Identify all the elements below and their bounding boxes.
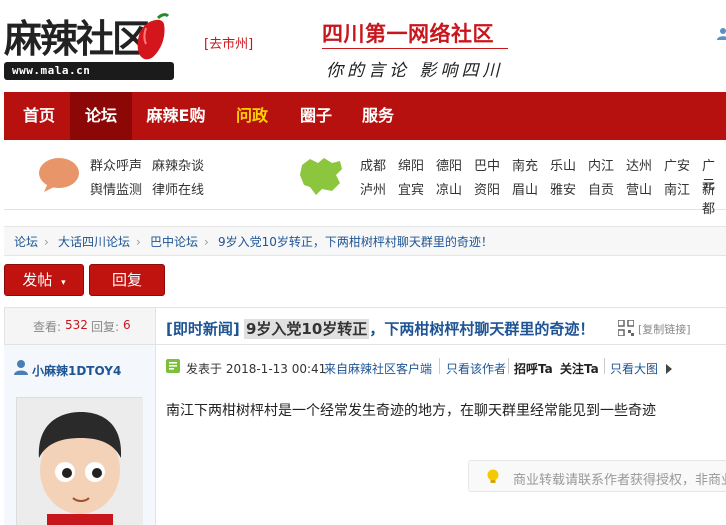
breadcrumb-separator: › <box>44 235 49 249</box>
main-nav: 首页 论坛 麻辣E购 问政 圈子 服务 <box>4 92 726 140</box>
link-opinion-monitor[interactable]: 舆情监测 <box>90 179 142 198</box>
sichuan-map-icon <box>300 158 342 195</box>
author-sidebar: 小麻辣1DTOY4 <box>4 345 156 525</box>
breadcrumb: 论坛 › 大话四川论坛 › 巴中论坛 › 9岁入党10岁转正，下两柑树枰村聊天群… <box>4 226 726 256</box>
chevron-down-icon: ▾ <box>61 278 66 288</box>
meta-divider <box>439 358 440 374</box>
city-link[interactable]: 南江 <box>664 179 690 198</box>
chili-pepper-icon <box>137 13 170 60</box>
logo-url: www.mala.cn <box>4 62 174 80</box>
breadcrumb-forum[interactable]: 论坛 <box>14 227 38 257</box>
nav-eshop[interactable]: 麻辣E购 <box>138 92 214 140</box>
city-link[interactable]: 南充 <box>512 155 538 174</box>
city-link[interactable]: 乐山 <box>550 155 576 174</box>
greet-link[interactable]: 招呼Ta <box>514 360 553 377</box>
thread-title: 9岁入党10岁转正 ，下两柑树枰村聊天群里的奇迹！ <box>244 319 595 339</box>
slogan-divider <box>322 48 508 49</box>
nav-forum[interactable]: 论坛 <box>70 92 132 140</box>
breadcrumb-separator: › <box>204 235 209 249</box>
city-switch-link[interactable]: [去市州] <box>204 33 253 52</box>
replies-label: 回复: <box>91 320 120 334</box>
speech-bubble-icon <box>39 158 79 192</box>
city-link[interactable]: 德阳 <box>436 155 462 174</box>
slogan-subtitle: 你的言论 影响四川 <box>326 61 504 81</box>
city-link[interactable]: 绵阳 <box>398 155 424 174</box>
city-link[interactable]: 内江 <box>588 155 614 174</box>
city-link[interactable]: 眉山 <box>512 179 538 198</box>
avatar-cartoon-icon <box>17 398 143 525</box>
new-post-button[interactable]: 发帖 ▾ <box>4 264 84 296</box>
meta-divider <box>604 358 605 374</box>
link-public-voice[interactable]: 群众呼声 <box>90 155 142 174</box>
user-badge-icon <box>14 360 28 375</box>
city-link[interactable]: 凉山 <box>436 179 462 198</box>
nav-home[interactable]: 首页 <box>4 92 74 140</box>
replies-count: 6 <box>123 318 131 332</box>
city-link[interactable]: 新都 <box>702 179 726 217</box>
breadcrumb-sichuan-forum[interactable]: 大话四川论坛 <box>58 227 130 257</box>
thread-header: [即时新闻] 9岁入党10岁转正 ，下两柑树枰村聊天群里的奇迹！ [复制链接] <box>156 307 726 345</box>
avatar[interactable] <box>16 397 143 525</box>
client-link[interactable]: 来自麻辣社区客户端 <box>324 360 432 377</box>
thread-stats: 查看: 532 回复: 6 <box>4 307 156 345</box>
city-link[interactable]: 成都 <box>360 155 386 174</box>
link-lawyer-online[interactable]: 律师在线 <box>152 179 204 198</box>
thread-tag[interactable]: [即时新闻] <box>166 318 240 339</box>
copyright-notice: 商业转载请联系作者获得授权，非商业 <box>468 460 726 492</box>
breadcrumb-bazhong-forum[interactable]: 巴中论坛 <box>150 227 198 257</box>
only-author-link[interactable]: 只看该作者 <box>446 360 506 377</box>
views-label: 查看: <box>33 320 62 334</box>
post-status-icon <box>166 359 180 373</box>
city-link[interactable]: 自贡 <box>588 179 614 198</box>
post-body: 发表于 2018-1-13 00:41 来自麻辣社区客户端 只看该作者 招呼Ta… <box>156 345 726 525</box>
site-header: 麻辣社区 www.mala.cn [去市州] 四川第一网络社区 你的言论 影响四… <box>0 0 726 90</box>
quick-links-bar: 群众呼声 麻辣杂谈 舆情监测 律师在线 成都 绵阳 德阳 巴中 南充 乐山 内江… <box>4 140 726 217</box>
city-link[interactable]: 宜宾 <box>398 179 424 198</box>
reply-button[interactable]: 回复 <box>89 264 165 296</box>
nav-circle[interactable]: 圈子 <box>288 92 344 140</box>
follow-link[interactable]: 关注Ta <box>560 360 599 377</box>
copy-link[interactable]: [复制链接] <box>638 321 691 337</box>
qr-code-icon[interactable] <box>618 320 634 336</box>
slogan-banner: 四川第一网络社区 你的言论 影响四川 <box>318 12 514 82</box>
breadcrumb-thread[interactable]: 9岁入党10岁转正，下两柑树枰村聊天群里的奇迹！ <box>218 227 493 257</box>
city-link[interactable]: 达州 <box>626 155 652 174</box>
city-link[interactable]: 广安 <box>664 155 690 174</box>
user-icon[interactable] <box>716 27 726 41</box>
site-logo[interactable]: 麻辣社区 www.mala.cn <box>4 6 179 81</box>
city-link[interactable]: 泸州 <box>360 179 386 198</box>
breadcrumb-separator: › <box>136 235 141 249</box>
nav-wenzheng[interactable]: 问政 <box>224 92 280 140</box>
big-image-link[interactable]: 只看大图 <box>610 360 658 377</box>
meta-divider <box>508 358 509 374</box>
logo-wordmark: 麻辣社区 <box>4 16 150 61</box>
slogan-title: 四川第一网络社区 <box>322 21 494 46</box>
lightbulb-icon <box>487 469 499 483</box>
city-link[interactable]: 营山 <box>626 179 652 198</box>
city-link[interactable]: 资阳 <box>474 179 500 198</box>
post-content: 南江下两柑树枰村是一个经常发生奇迹的地方，在聊天群里经常能见到一些奇迹 <box>166 403 656 419</box>
post-time: 发表于 2018-1-13 00:41 <box>186 362 327 376</box>
author-name[interactable]: 小麻辣1DTOY4 <box>32 362 121 379</box>
link-mala-talk[interactable]: 麻辣杂谈 <box>152 155 204 174</box>
city-link[interactable]: 巴中 <box>474 155 500 174</box>
city-link[interactable]: 雅安 <box>550 179 576 198</box>
views-count: 532 <box>65 318 88 332</box>
notice-text: 商业转载请联系作者获得授权，非商业 <box>513 473 726 488</box>
nav-service[interactable]: 服务 <box>350 92 406 140</box>
triangle-right-icon[interactable] <box>666 364 672 374</box>
